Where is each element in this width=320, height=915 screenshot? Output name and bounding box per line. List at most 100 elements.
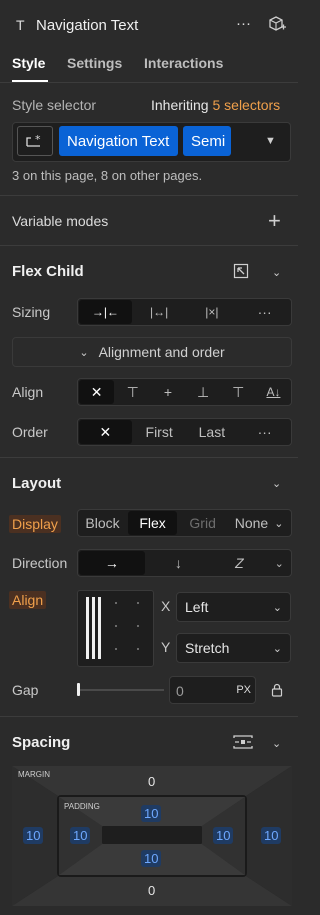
divider	[0, 457, 298, 458]
sizing-none-option[interactable]: |×|	[186, 299, 239, 325]
tab-style[interactable]: Style	[12, 55, 45, 71]
element-type-icon: T	[16, 17, 25, 33]
order-more-option[interactable]: ···	[238, 419, 291, 445]
align-bar	[86, 597, 89, 659]
align-self-start-option[interactable]: ⊤	[115, 379, 150, 405]
align-x-label: X	[161, 598, 171, 614]
divider	[0, 195, 298, 196]
svg-text:*: *	[35, 133, 41, 146]
sizing-grow-option[interactable]: |↔|	[133, 299, 186, 325]
inheriting-count[interactable]: 5 selectors	[212, 97, 280, 113]
align-self-auto-option[interactable]: ✕	[79, 380, 115, 404]
order-first-option[interactable]: First	[133, 419, 186, 445]
align-x-value: Left	[185, 599, 209, 615]
align-bar	[98, 597, 101, 659]
direction-column-option[interactable]: ↓	[146, 550, 212, 576]
collapse-chevron-icon[interactable]: ⌄	[272, 737, 281, 750]
direction-more-chevron-icon[interactable]: ⌄	[268, 550, 291, 576]
more-options-button[interactable]: ···	[236, 15, 251, 32]
spacing-title: Spacing	[12, 734, 71, 751]
margin-left-value[interactable]: 10	[23, 827, 44, 844]
gap-label: Gap	[12, 682, 39, 698]
display-none-option[interactable]: None ⌄	[227, 510, 291, 536]
align-y-select[interactable]: Stretch ⌄	[176, 633, 291, 663]
spacing-options-icon[interactable]	[233, 735, 253, 752]
align-dot[interactable]	[137, 625, 139, 627]
align-self-control[interactable]: ✕ ⊤ + ⊥ ⊤ A↓	[77, 378, 292, 406]
gap-unit[interactable]: PX	[236, 684, 251, 696]
padding-top-value[interactable]: 10	[141, 805, 162, 822]
alignment-order-toggle[interactable]: ⌄ Alignment and order	[12, 337, 292, 367]
chevron-down-icon: ⌄	[79, 346, 89, 359]
style-selector-label: Style selector	[12, 97, 97, 113]
order-label: Order	[12, 424, 48, 440]
order-last-option[interactable]: Last	[186, 419, 239, 445]
collapse-chevron-icon[interactable]: ⌄	[272, 477, 281, 490]
divider	[0, 716, 298, 717]
divider	[0, 245, 298, 246]
gap-slider-track[interactable]	[78, 689, 164, 691]
align-self-stretch-option[interactable]: ⊤	[221, 379, 256, 405]
chevron-down-icon: ⌄	[272, 642, 282, 655]
padding-left-value[interactable]: 10	[70, 827, 91, 844]
align-y-value: Stretch	[185, 640, 230, 656]
add-combo-class-button[interactable]: *	[17, 126, 53, 156]
selector-chip-primary[interactable]: Navigation Text	[59, 126, 178, 156]
align-dot[interactable]	[137, 602, 139, 604]
layout-title: Layout	[12, 475, 62, 492]
margin-top-value[interactable]: 0	[148, 774, 155, 789]
alignment-order-label: Alignment and order	[98, 344, 225, 360]
align-dot[interactable]	[115, 602, 117, 604]
direction-wrap-option[interactable]: Z	[211, 550, 267, 576]
align-self-center-option[interactable]: +	[150, 379, 185, 405]
gap-slider-handle[interactable]	[77, 683, 80, 696]
spacing-box-model: MARGIN PADDING 0 0 10 10 10 10 10 10	[12, 766, 292, 906]
direction-control[interactable]: → ↓ Z ⌄	[77, 549, 292, 577]
inheriting-info[interactable]: Inheriting 5 selectors	[151, 97, 280, 113]
padding-bottom-value[interactable]: 10	[141, 850, 162, 867]
align-dot[interactable]	[115, 648, 117, 650]
align-x-select[interactable]: Left ⌄	[176, 592, 291, 622]
collapse-chevron-icon[interactable]: ⌄	[272, 266, 281, 279]
sizing-control[interactable]: →|← |↔| |×| ···	[77, 298, 292, 326]
margin-label: MARGIN	[18, 770, 50, 779]
padding-right-value[interactable]: 10	[213, 827, 234, 844]
add-variable-mode-button[interactable]: +	[268, 208, 281, 234]
lock-icon[interactable]	[271, 683, 283, 700]
divider	[0, 82, 298, 83]
margin-right-value[interactable]: 10	[261, 827, 282, 844]
tab-interactions[interactable]: Interactions	[144, 55, 223, 71]
gap-input[interactable]: 0 PX	[169, 676, 256, 704]
align-dot[interactable]	[115, 625, 117, 627]
flex-child-select-parent-icon[interactable]	[233, 263, 249, 282]
display-none-label: None	[234, 515, 269, 531]
order-none-option[interactable]: ✕	[79, 420, 132, 444]
component-add-icon[interactable]	[268, 15, 286, 36]
display-flex-option[interactable]: Flex	[128, 511, 178, 535]
margin-bottom-value[interactable]: 0	[148, 883, 155, 898]
direction-label: Direction	[12, 555, 68, 571]
tab-settings[interactable]: Settings	[67, 55, 122, 71]
align-y-label: Y	[161, 639, 171, 655]
display-control[interactable]: Block Flex Grid None ⌄	[77, 509, 292, 537]
alignment-grid-control[interactable]	[77, 590, 154, 667]
display-block-option[interactable]: Block	[78, 510, 127, 536]
sizing-shrink-option[interactable]: →|←	[79, 300, 132, 324]
order-control[interactable]: ✕ First Last ···	[77, 418, 292, 446]
selector-usage-text: 3 on this page, 8 on other pages.	[12, 168, 203, 183]
align-label: Align	[9, 591, 47, 609]
align-bar	[92, 597, 95, 659]
chevron-down-icon: ⌄	[272, 601, 282, 614]
display-label: Display	[9, 515, 61, 533]
selector-chip-combo[interactable]: Semi	[183, 126, 231, 156]
align-label: Align	[12, 384, 44, 400]
gap-value: 0	[176, 683, 184, 699]
element-title: Navigation Text	[36, 17, 139, 34]
align-dot[interactable]	[137, 648, 139, 650]
align-self-end-option[interactable]: ⊥	[186, 379, 221, 405]
direction-row-option[interactable]: →	[79, 551, 145, 575]
selector-chevron-down-icon[interactable]: ▼	[265, 135, 276, 147]
display-grid-option[interactable]: Grid	[178, 510, 227, 536]
sizing-more-option[interactable]: ···	[238, 299, 291, 325]
align-self-baseline-option[interactable]: A↓	[256, 379, 291, 405]
